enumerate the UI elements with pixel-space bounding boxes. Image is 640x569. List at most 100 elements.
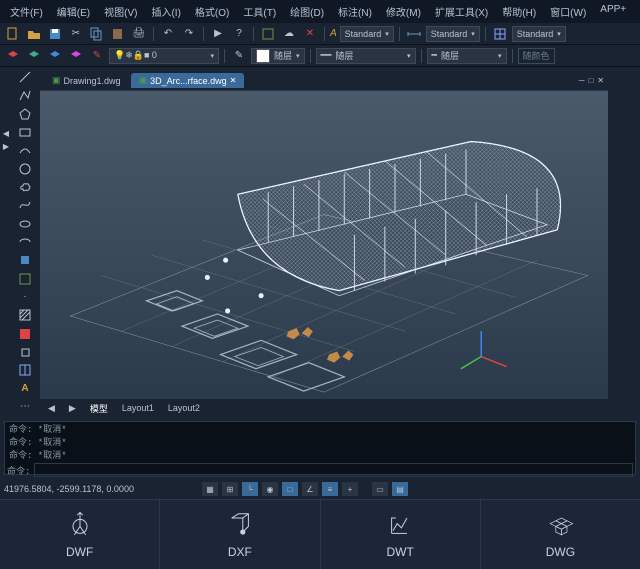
plot-icon[interactable] <box>259 25 277 43</box>
vleft-icon[interactable]: ◀ <box>0 127 12 139</box>
paste-icon[interactable] <box>109 25 127 43</box>
tab-layout1[interactable]: Layout1 <box>118 403 158 413</box>
insert-icon[interactable] <box>16 252 34 268</box>
tab-model[interactable]: 模型 <box>86 402 112 415</box>
dwg-icon: ▣ <box>139 75 148 86</box>
cursor-left-icon[interactable]: ◀ <box>44 403 59 414</box>
plotcolor-dropdown[interactable]: 随颜色 <box>518 48 555 64</box>
textstyle-dropdown[interactable]: Standard▾ <box>340 26 394 42</box>
osnap-btn[interactable]: □ <box>282 482 298 496</box>
cancel-icon[interactable]: ✕ <box>301 25 319 43</box>
separator <box>224 49 225 63</box>
command-input[interactable] <box>34 463 633 477</box>
polygon-icon[interactable] <box>16 106 34 122</box>
gradient-icon[interactable] <box>16 325 34 341</box>
layerfrz-icon[interactable] <box>67 47 85 65</box>
mtext-icon[interactable]: A <box>16 380 34 396</box>
undo-icon[interactable]: ↶ <box>159 25 177 43</box>
arc-icon[interactable] <box>16 142 34 158</box>
minimize-icon[interactable]: ─ <box>579 76 585 85</box>
dimstyle-dropdown[interactable]: Standard▾ <box>426 26 480 42</box>
layeroff-icon[interactable] <box>46 47 64 65</box>
linetype-dropdown[interactable]: ━━ 随层▾ <box>316 48 416 64</box>
cursor-right-icon[interactable]: ▶ <box>65 403 80 414</box>
maximize-icon[interactable]: □ <box>588 76 593 85</box>
menu-h[interactable]: 帮助(H) <box>496 2 542 21</box>
menu-v[interactable]: 视图(V) <box>98 2 143 21</box>
color-dropdown[interactable]: 随层▾ <box>251 48 305 64</box>
menu-d[interactable]: 绘图(D) <box>284 2 330 21</box>
save-icon[interactable] <box>46 25 64 43</box>
cloud-icon[interactable]: ☁ <box>280 25 298 43</box>
viewport-3d[interactable] <box>40 91 608 399</box>
menu-x[interactable]: 扩展工具(X) <box>429 2 494 21</box>
revcloud-icon[interactable] <box>16 179 34 195</box>
hatch-icon[interactable] <box>16 307 34 323</box>
menu-w[interactable]: 窗口(W) <box>544 2 592 21</box>
redo-icon[interactable]: ↷ <box>180 25 198 43</box>
menu-f[interactable]: 文件(F) <box>4 2 49 21</box>
format-dxf[interactable]: DXF <box>160 500 320 569</box>
ortho-btn[interactable]: └ <box>242 482 258 496</box>
menu-app[interactable]: APP+ <box>594 2 632 21</box>
open-icon[interactable] <box>25 25 43 43</box>
ellipsearc-icon[interactable] <box>16 234 34 250</box>
dyn-btn[interactable]: + <box>342 482 358 496</box>
ellipse-icon[interactable] <box>16 216 34 232</box>
matchprop-icon[interactable]: ✎ <box>230 47 248 65</box>
format-dwg[interactable]: DWG <box>481 500 640 569</box>
model-btn[interactable]: ▭ <box>372 482 388 496</box>
rect-icon[interactable] <box>16 124 34 140</box>
menu-n[interactable]: 标注(N) <box>332 2 378 21</box>
grid-btn[interactable]: ⊞ <box>222 482 238 496</box>
layermatch-icon[interactable]: ✎ <box>88 47 106 65</box>
menu-m[interactable]: 修改(M) <box>380 2 427 21</box>
menu-o[interactable]: 格式(O) <box>189 2 235 21</box>
block-icon[interactable] <box>16 270 34 286</box>
layeriso-icon[interactable] <box>25 47 43 65</box>
separator <box>253 27 254 41</box>
format-dwt[interactable]: DWT <box>321 500 481 569</box>
scissors-icon[interactable]: ✂ <box>67 25 85 43</box>
region-icon[interactable] <box>16 344 34 360</box>
layout-tabs: ◀ ▶ 模型 Layout1 Layout2 <box>40 399 608 417</box>
match-icon[interactable]: A <box>330 28 337 39</box>
tab-close-icon[interactable]: ✕ <box>230 76 237 85</box>
copy-icon[interactable] <box>88 25 106 43</box>
cursor-icon[interactable]: ▶ <box>209 25 227 43</box>
point-icon[interactable]: · <box>16 289 34 305</box>
otrack-btn[interactable]: ∠ <box>302 482 318 496</box>
help-icon[interactable]: ? <box>230 25 248 43</box>
spline-icon[interactable] <box>16 197 34 213</box>
print-icon[interactable]: 🖨 <box>130 25 148 43</box>
close-icon[interactable]: ✕ <box>597 76 604 85</box>
format-row: DWFDXFDWTDWG <box>0 499 640 569</box>
vright-icon[interactable]: ▶ <box>0 140 12 152</box>
layers-icon[interactable] <box>4 47 22 65</box>
table-icon[interactable] <box>491 25 509 43</box>
lineweight-dropdown[interactable]: ━ 随层▾ <box>427 48 507 64</box>
dim-icon[interactable] <box>405 25 423 43</box>
format-dwf[interactable]: DWF <box>0 500 160 569</box>
tile-btn[interactable]: ▤ <box>392 482 408 496</box>
tab-layout2[interactable]: Layout2 <box>164 403 204 413</box>
separator <box>153 27 154 41</box>
lwt-btn[interactable]: ≡ <box>322 482 338 496</box>
doc-tab[interactable]: ▣Drawing1.dwg <box>44 73 129 88</box>
options-icon[interactable]: ⋯ <box>16 399 34 415</box>
snap-btn[interactable]: ▦ <box>202 482 218 496</box>
polyline-icon[interactable] <box>16 87 34 103</box>
tablestyle-dropdown[interactable]: Standard▾ <box>512 26 566 42</box>
menu-i[interactable]: 插入(I) <box>145 2 186 21</box>
separator <box>421 49 422 63</box>
doc-tab[interactable]: ▣3D_Arc...rface.dwg✕ <box>131 73 245 88</box>
menu-e[interactable]: 编辑(E) <box>51 2 96 21</box>
circle-icon[interactable] <box>16 161 34 177</box>
separator <box>324 27 325 41</box>
new-icon[interactable] <box>4 25 22 43</box>
layer-dropdown[interactable]: 💡❄🔒■ 0▾ <box>109 48 219 64</box>
line-icon[interactable] <box>16 69 34 85</box>
menu-t[interactable]: 工具(T) <box>237 2 282 21</box>
polar-btn[interactable]: ◉ <box>262 482 278 496</box>
table-icon[interactable] <box>16 362 34 378</box>
